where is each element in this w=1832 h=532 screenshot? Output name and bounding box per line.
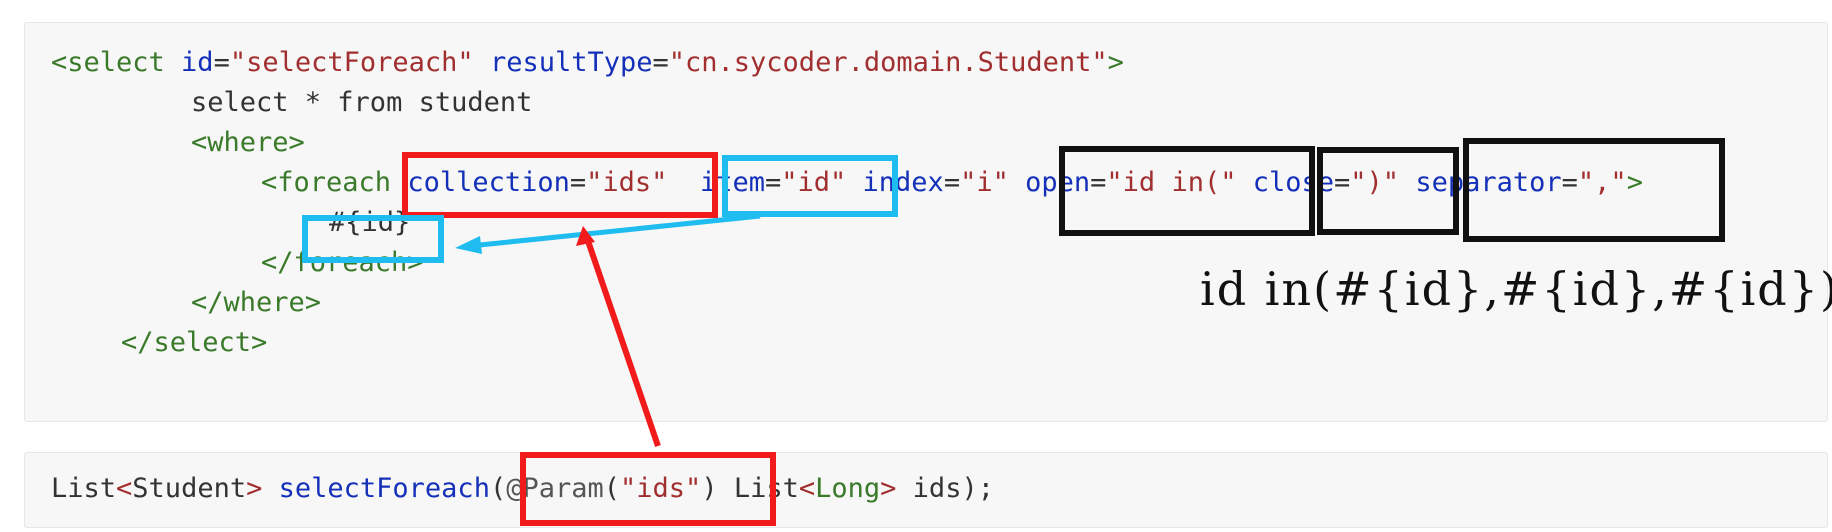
code-token: = bbox=[764, 167, 782, 198]
code-token: index bbox=[862, 167, 944, 198]
code-token: </select> bbox=[121, 327, 268, 358]
code-token: "ids" bbox=[620, 473, 702, 504]
code-line: List<Student> selectForeach(@Param("ids"… bbox=[51, 469, 994, 509]
code-line: </where> bbox=[191, 283, 321, 323]
code-line: </select> bbox=[121, 323, 267, 363]
code-token: > bbox=[246, 473, 263, 504]
code-token: item bbox=[699, 167, 765, 198]
code-token: ( bbox=[603, 473, 621, 504]
code-token: Student bbox=[132, 473, 247, 504]
code-token: List bbox=[51, 473, 117, 504]
code-token: > bbox=[880, 473, 897, 504]
code-token: ")" bbox=[1350, 167, 1400, 198]
java-code-block: List<Student> selectForeach(@Param("ids"… bbox=[24, 452, 1828, 528]
code-token: ) bbox=[701, 473, 718, 504]
code-line: <foreach collection="ids" item="id" inde… bbox=[261, 163, 1643, 203]
code-token: ( bbox=[489, 473, 507, 504]
xml-code-block: <select id="selectForeach" resultType="c… bbox=[24, 22, 1828, 422]
code-line: </foreach> bbox=[261, 243, 424, 283]
code-token: ids); bbox=[896, 473, 994, 504]
code-token: </where> bbox=[191, 287, 322, 318]
code-token: <where> bbox=[191, 127, 305, 158]
code-token: "selectForeach" bbox=[229, 47, 474, 78]
code-line: <where> bbox=[191, 123, 305, 163]
code-token: </foreach> bbox=[261, 247, 424, 278]
code-token: selectForeach bbox=[278, 473, 490, 504]
code-line: <select id="selectForeach" resultType="c… bbox=[51, 43, 1124, 83]
code-line: #{id} bbox=[329, 203, 410, 243]
code-token: Long bbox=[815, 473, 881, 504]
code-token: List bbox=[717, 473, 799, 504]
code-token: @Param bbox=[506, 473, 604, 504]
code-token: < bbox=[116, 473, 133, 504]
code-token: collection bbox=[407, 167, 570, 198]
code-token: = bbox=[652, 47, 669, 78]
code-token: "id" bbox=[781, 167, 847, 198]
code-token: "ids" bbox=[586, 167, 668, 198]
code-token: close bbox=[1252, 167, 1335, 198]
code-line: select * from student bbox=[191, 83, 532, 123]
code-token: = bbox=[943, 167, 961, 198]
code-token: = bbox=[1561, 167, 1578, 198]
code-token: open bbox=[1025, 167, 1091, 198]
code-token: = bbox=[213, 47, 230, 78]
code-token: #{id} bbox=[329, 207, 411, 238]
code-token: = bbox=[1090, 167, 1107, 198]
code-token: > bbox=[1626, 167, 1643, 198]
code-token: = bbox=[1334, 167, 1351, 198]
code-token: = bbox=[569, 167, 587, 198]
code-token: <select bbox=[51, 47, 182, 78]
code-token: separator bbox=[1415, 167, 1562, 198]
code-token: > bbox=[1107, 47, 1124, 78]
code-token: < bbox=[798, 473, 816, 504]
code-token: "id in(" bbox=[1106, 167, 1237, 198]
code-token: "i" bbox=[960, 167, 1009, 198]
code-token: "cn.sycoder.domain.Student" bbox=[668, 47, 1108, 78]
code-token: id bbox=[181, 47, 214, 78]
code-token: <foreach bbox=[261, 167, 408, 198]
result-annotation: id in(#{id},#{id},#{id}) bbox=[1200, 262, 1832, 316]
code-token: select * from student bbox=[191, 87, 533, 118]
code-token: resultType bbox=[489, 47, 653, 78]
code-token: "," bbox=[1577, 167, 1627, 198]
